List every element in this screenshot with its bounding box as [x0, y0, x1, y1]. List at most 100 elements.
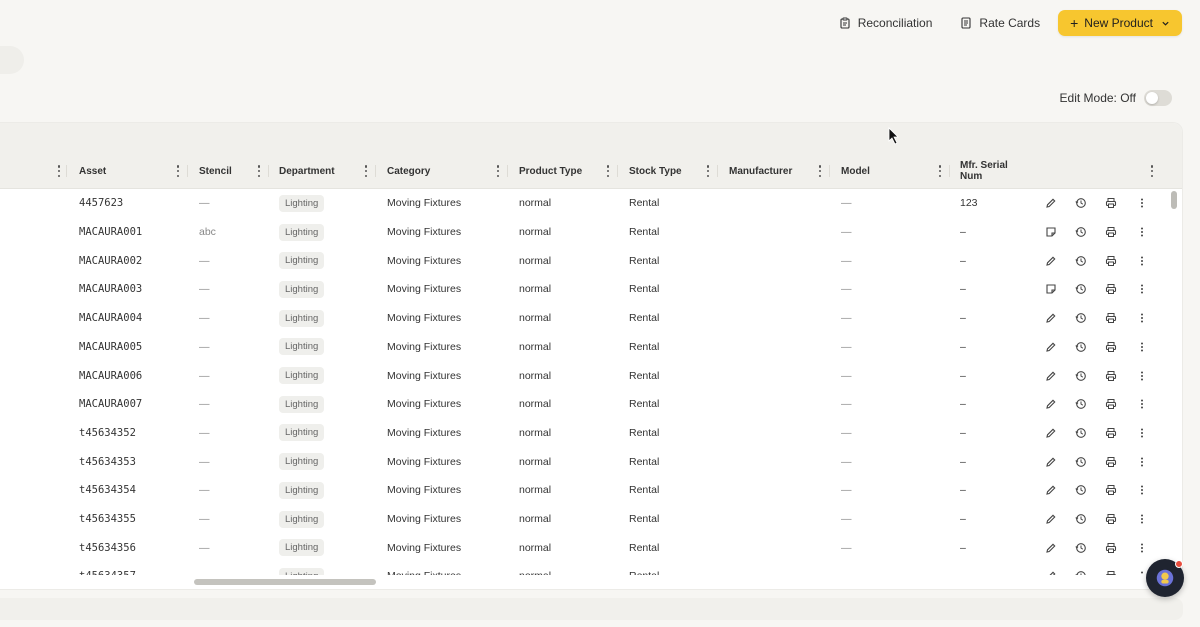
pencil-icon[interactable] [1045, 333, 1057, 362]
printer-icon[interactable] [1105, 361, 1117, 390]
pencil-icon[interactable] [1045, 189, 1057, 218]
vertical-scroll-thumb[interactable] [1171, 191, 1177, 209]
history-icon[interactable] [1075, 476, 1087, 505]
table-row[interactable]: MACAURA003 — Lighting Moving Fixtures normal… [0, 275, 1182, 304]
more-vertical-icon[interactable] [1136, 533, 1148, 562]
column-menu-icon[interactable] [496, 165, 500, 177]
more-vertical-icon[interactable] [1136, 275, 1148, 304]
vertical-scrollbar[interactable] [1171, 189, 1177, 569]
pencil-icon[interactable] [1045, 390, 1057, 419]
table-row[interactable]: t45634352 — Lighting Moving Fixtures normal R… [0, 419, 1182, 448]
more-vertical-icon[interactable] [1136, 304, 1148, 333]
printer-icon[interactable] [1105, 419, 1117, 448]
column-header[interactable]: Manufacturer [729, 153, 792, 189]
pencil-icon[interactable] [1045, 419, 1057, 448]
rate-cards-button[interactable]: Rate Cards [950, 10, 1050, 36]
history-icon[interactable] [1075, 246, 1087, 275]
table-row[interactable]: t45634354 — Lighting Moving Fixtures normal R… [0, 476, 1182, 505]
history-icon[interactable] [1075, 390, 1087, 419]
pencil-icon[interactable] [1045, 476, 1057, 505]
history-icon[interactable] [1075, 533, 1087, 562]
pencil-icon[interactable] [1045, 246, 1057, 275]
printer-icon[interactable] [1105, 390, 1117, 419]
column-divider[interactable] [66, 165, 67, 177]
more-vertical-icon[interactable] [1136, 505, 1148, 534]
more-vertical-icon[interactable] [1136, 333, 1148, 362]
pencil-icon[interactable] [1045, 304, 1057, 333]
printer-icon[interactable] [1105, 333, 1117, 362]
printer-icon[interactable] [1105, 505, 1117, 534]
column-header[interactable]: Stencil [199, 153, 232, 189]
horizontal-scrollbar[interactable] [0, 575, 1182, 589]
table-row[interactable]: MACAURA005 — Lighting Moving Fixtures normal… [0, 333, 1182, 362]
column-header[interactable]: Department [279, 153, 335, 189]
column-divider[interactable] [375, 165, 376, 177]
column-menu-icon[interactable] [176, 165, 180, 177]
column-divider[interactable] [617, 165, 618, 177]
column-divider[interactable] [187, 165, 188, 177]
column-menu-icon[interactable] [938, 165, 942, 177]
pencil-icon[interactable] [1045, 361, 1057, 390]
pencil-icon[interactable] [1045, 533, 1057, 562]
more-vertical-icon[interactable] [1136, 189, 1148, 218]
horizontal-scroll-thumb[interactable] [194, 579, 376, 585]
column-header[interactable]: Category [387, 153, 430, 189]
history-icon[interactable] [1075, 447, 1087, 476]
more-vertical-icon[interactable] [1136, 390, 1148, 419]
printer-icon[interactable] [1105, 447, 1117, 476]
column-divider[interactable] [268, 165, 269, 177]
column-menu-icon[interactable] [706, 165, 710, 177]
table-row[interactable]: MACAURA004 — Lighting Moving Fixtures normal… [0, 304, 1182, 333]
column-menu-icon[interactable] [57, 165, 61, 177]
column-menu-icon[interactable] [257, 165, 261, 177]
printer-icon[interactable] [1105, 304, 1117, 333]
table-row[interactable]: t45634356 — Lighting Moving Fixtures normal R… [0, 533, 1182, 562]
table-row[interactable]: t45634353 — Lighting Moving Fixtures normal R… [0, 447, 1182, 476]
printer-icon[interactable] [1105, 275, 1117, 304]
column-menu-icon[interactable] [1150, 165, 1154, 177]
new-product-button[interactable]: + New Product [1058, 10, 1182, 36]
column-header[interactable]: Asset [79, 153, 106, 189]
table-row[interactable]: MACAURA001 abc Lighting Moving Fixtures norm… [0, 218, 1182, 247]
more-vertical-icon[interactable] [1136, 419, 1148, 448]
column-menu-icon[interactable] [818, 165, 822, 177]
printer-icon[interactable] [1105, 246, 1117, 275]
history-icon[interactable] [1075, 275, 1087, 304]
column-header[interactable]: Product Type [519, 153, 582, 189]
column-menu-icon[interactable] [606, 165, 610, 177]
reconciliation-button[interactable]: Reconciliation [829, 10, 943, 36]
more-vertical-icon[interactable] [1136, 476, 1148, 505]
column-divider[interactable] [949, 165, 950, 177]
printer-icon[interactable] [1105, 189, 1117, 218]
column-divider[interactable] [717, 165, 718, 177]
edit-mode-toggle[interactable] [1144, 90, 1172, 106]
printer-icon[interactable] [1105, 533, 1117, 562]
pencil-icon[interactable] [1045, 447, 1057, 476]
printer-icon[interactable] [1105, 476, 1117, 505]
more-vertical-icon[interactable] [1136, 246, 1148, 275]
table-row[interactable]: 4457623 — Lighting Moving Fixtures normal Ren… [0, 189, 1182, 218]
history-icon[interactable] [1075, 218, 1087, 247]
column-header[interactable]: Mfr. Serial Num [960, 153, 1032, 189]
pencil-icon[interactable] [1045, 505, 1057, 534]
help-chat-button[interactable] [1146, 559, 1184, 597]
history-icon[interactable] [1075, 505, 1087, 534]
more-vertical-icon[interactable] [1136, 218, 1148, 247]
printer-icon[interactable] [1105, 218, 1117, 247]
column-divider[interactable] [829, 165, 830, 177]
table-row[interactable]: MACAURA007 — Lighting Moving Fixtures normal… [0, 390, 1182, 419]
column-header[interactable]: Model [841, 153, 870, 189]
column-divider[interactable] [507, 165, 508, 177]
history-icon[interactable] [1075, 361, 1087, 390]
column-menu-icon[interactable] [364, 165, 368, 177]
table-row[interactable]: MACAURA006 — Lighting Moving Fixtures normal… [0, 361, 1182, 390]
note-icon[interactable] [1045, 218, 1057, 247]
history-icon[interactable] [1075, 304, 1087, 333]
table-row[interactable]: t45634355 — Lighting Moving Fixtures normal R… [0, 505, 1182, 534]
note-icon[interactable] [1045, 275, 1057, 304]
history-icon[interactable] [1075, 189, 1087, 218]
history-icon[interactable] [1075, 333, 1087, 362]
more-vertical-icon[interactable] [1136, 447, 1148, 476]
column-header[interactable]: Stock Type [629, 153, 682, 189]
history-icon[interactable] [1075, 419, 1087, 448]
